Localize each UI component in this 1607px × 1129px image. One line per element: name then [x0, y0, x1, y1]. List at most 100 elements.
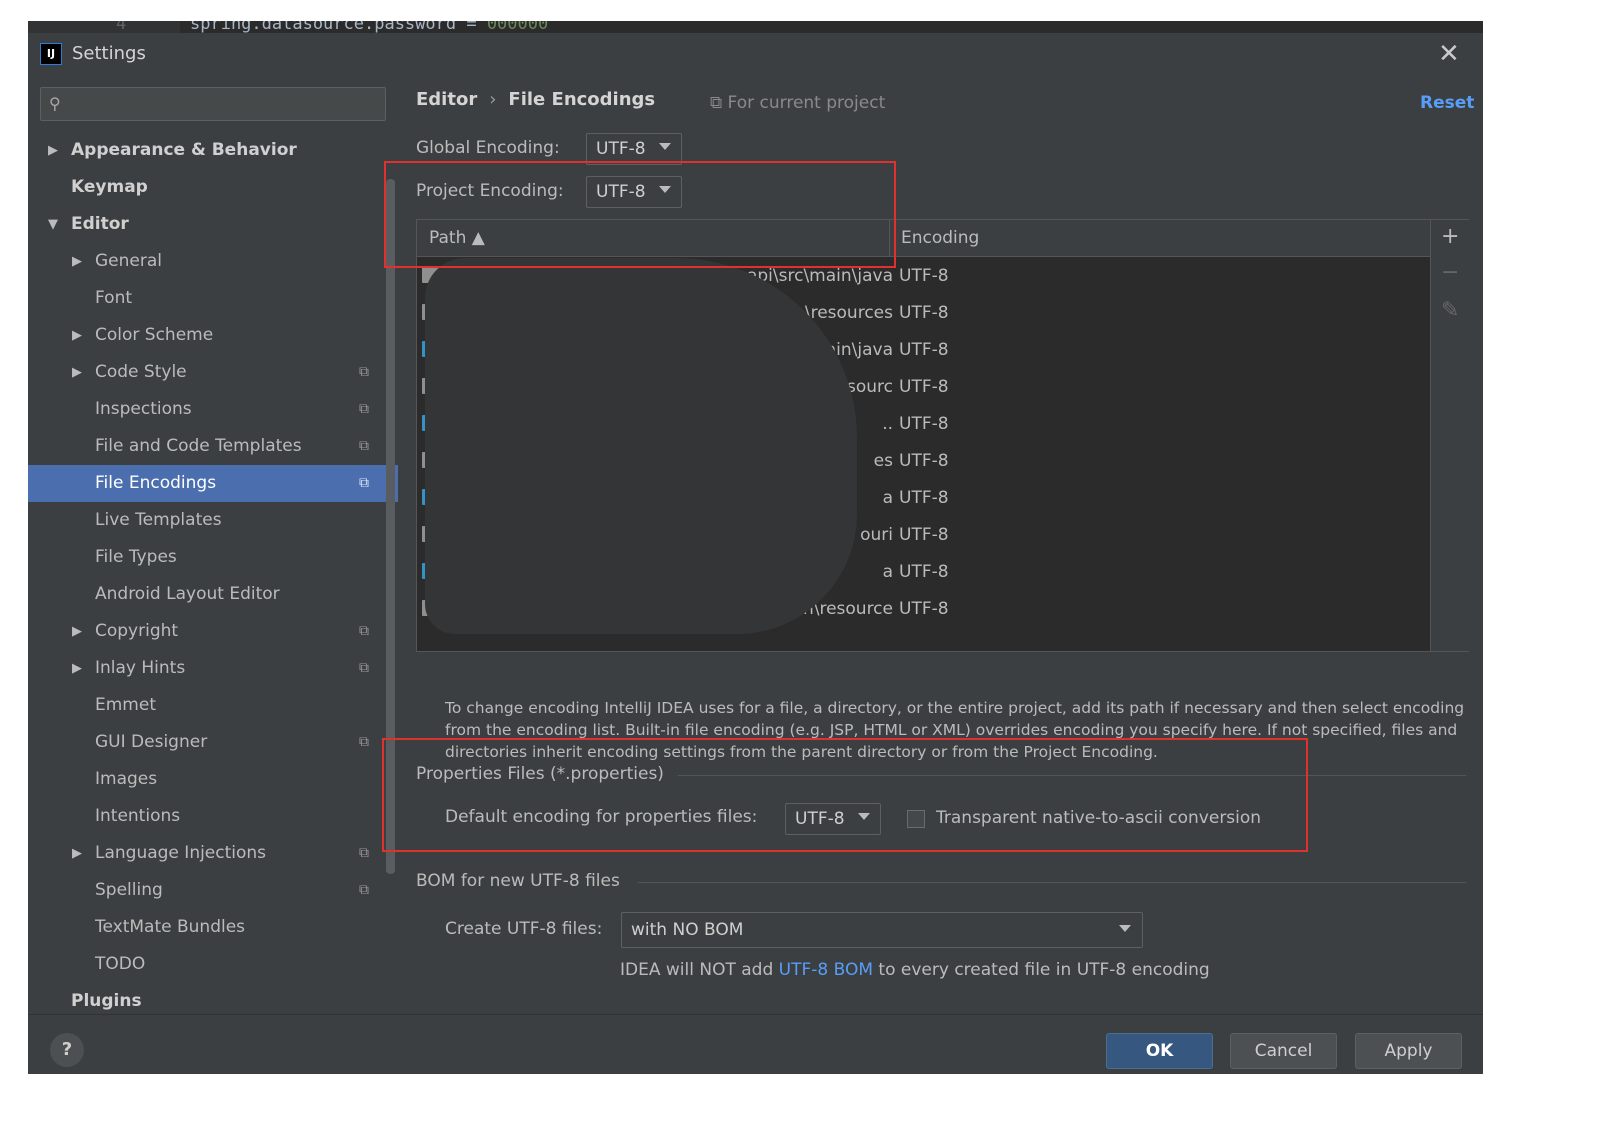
- sidebar-item-label: Editor: [71, 214, 129, 234]
- sidebar-item-label: TODO: [95, 954, 146, 974]
- project-scope-icon: ⧉: [359, 660, 369, 676]
- chevron-down-icon: [659, 143, 671, 150]
- project-scope-icon: ⧉: [359, 845, 369, 861]
- search-input[interactable]: ⚲: [40, 87, 386, 121]
- sidebar-item-label: Keymap: [71, 177, 148, 197]
- edit-icon[interactable]: ✎: [1441, 298, 1459, 323]
- sidebar-item-file-encodings[interactable]: File Encodings ⧉: [28, 465, 398, 502]
- sidebar-item-label: Live Templates: [95, 510, 222, 530]
- sidebar-item-keymap[interactable]: Keymap: [28, 169, 398, 206]
- sidebar-item-inlay-hints[interactable]: ▶ Inlay Hints ⧉: [28, 650, 398, 687]
- breadcrumb-separator: ›: [489, 89, 497, 110]
- search-icon: ⚲: [49, 94, 61, 113]
- sidebar-item-label: Color Scheme: [95, 325, 214, 345]
- encoding-cell[interactable]: UTF-8: [899, 414, 949, 434]
- sidebar-item-code-style[interactable]: ▶ Code Style ⧉: [28, 354, 398, 391]
- settings-sidebar: ⚲ ▶ Appearance & Behavior Keymap ▼ Editor ▶ Ge…: [28, 77, 398, 1014]
- sidebar-item-label: GUI Designer: [95, 732, 208, 752]
- column-encoding[interactable]: Encoding: [901, 228, 979, 248]
- sidebar-item-emmet[interactable]: Emmet: [28, 687, 398, 724]
- encoding-cell[interactable]: UTF-8: [899, 340, 949, 360]
- create-utf8-select[interactable]: with NO BOM: [621, 912, 1143, 948]
- sidebar-item-live-templates[interactable]: Live Templates: [28, 502, 398, 539]
- project-scope-icon: ⧉: [359, 364, 369, 380]
- properties-highlight-box: [382, 738, 1308, 852]
- project-scope-icon: ⧉: [359, 882, 369, 898]
- sidebar-item-label: File and Code Templates: [95, 436, 302, 456]
- breadcrumb: Editor › File Encodings: [416, 89, 655, 110]
- collapsed-arrow-icon[interactable]: ▶: [72, 317, 82, 354]
- collapsed-arrow-icon[interactable]: ▶: [72, 613, 82, 650]
- create-utf8-value: with NO BOM: [631, 920, 744, 940]
- encoding-cell[interactable]: UTF-8: [899, 525, 949, 545]
- encoding-cell[interactable]: UTF-8: [899, 599, 949, 619]
- remove-icon[interactable]: −: [1441, 260, 1459, 285]
- sidebar-item-spelling[interactable]: Spelling ⧉: [28, 872, 398, 909]
- collapsed-arrow-icon[interactable]: ▶: [72, 835, 82, 872]
- redacted-area: [425, 258, 857, 634]
- code-key: spring.datasource.password =: [190, 21, 487, 33]
- sidebar-item-images[interactable]: Images: [28, 761, 398, 798]
- sidebar-item-label: Inlay Hints: [95, 658, 186, 678]
- sidebar-item-editor[interactable]: ▼ Editor: [28, 206, 398, 243]
- background-editor: 4 spring.datasource.password = 000000: [28, 21, 1483, 33]
- project-scope-icon: ⧉: [359, 475, 369, 491]
- project-scope-icon: ⧉: [359, 734, 369, 750]
- expanded-arrow-icon[interactable]: ▼: [48, 206, 58, 243]
- settings-dialog: IJ Settings ✕ ⚲ ▶ Appearance & Behavior Ke…: [28, 33, 1483, 1074]
- collapsed-arrow-icon[interactable]: ▶: [72, 354, 82, 391]
- intellij-app-icon: IJ: [40, 43, 62, 65]
- collapsed-arrow-icon[interactable]: ▶: [48, 132, 58, 169]
- bom-note-prefix: IDEA will NOT add: [620, 960, 779, 980]
- sidebar-item-label: Font: [95, 288, 133, 308]
- ok-button[interactable]: OK: [1106, 1033, 1213, 1069]
- close-icon[interactable]: ✕: [1438, 39, 1460, 69]
- encoding-cell[interactable]: UTF-8: [899, 266, 949, 286]
- encoding-cell[interactable]: UTF-8: [899, 377, 949, 397]
- sidebar-item-language-injections[interactable]: ▶ Language Injections ⧉: [28, 835, 398, 872]
- collapsed-arrow-icon[interactable]: ▶: [72, 243, 82, 280]
- sidebar-item-label: File Types: [95, 547, 177, 567]
- sidebar-item-label: Emmet: [95, 695, 156, 715]
- sidebar-item-textmate-bundles[interactable]: TextMate Bundles: [28, 909, 398, 946]
- sidebar-item-appearance-behavior[interactable]: ▶ Appearance & Behavior: [28, 132, 398, 169]
- apply-button[interactable]: Apply: [1355, 1033, 1462, 1069]
- sidebar-item-color-scheme[interactable]: ▶ Color Scheme: [28, 317, 398, 354]
- sidebar-item-general[interactable]: ▶ General: [28, 243, 398, 280]
- collapsed-arrow-icon[interactable]: ▶: [72, 650, 82, 687]
- sidebar-item-label: File Encodings: [95, 473, 217, 493]
- sidebar-item-label: Spelling: [95, 880, 163, 900]
- bom-note-suffix: to every created file in UTF-8 encoding: [873, 960, 1210, 980]
- encoding-cell[interactable]: UTF-8: [899, 562, 949, 582]
- project-scope-icon: ⧉: [359, 438, 369, 454]
- sidebar-item-android-layout-editor[interactable]: Android Layout Editor: [28, 576, 398, 613]
- sidebar-item-todo[interactable]: TODO: [28, 946, 398, 983]
- sidebar-item-label: Appearance & Behavior: [71, 140, 297, 160]
- breadcrumb-file-encodings: File Encodings: [508, 89, 656, 110]
- add-icon[interactable]: +: [1441, 224, 1459, 249]
- sidebar-item-label: Copyright: [95, 621, 179, 641]
- sidebar-item-inspections[interactable]: Inspections ⧉: [28, 391, 398, 428]
- code-line: spring.datasource.password = 000000: [190, 21, 548, 33]
- cancel-button[interactable]: Cancel: [1230, 1033, 1337, 1069]
- sidebar-item-label: Inspections: [95, 399, 192, 419]
- sidebar-item-label: Intentions: [95, 806, 181, 826]
- breadcrumb-editor: Editor: [416, 89, 478, 110]
- sidebar-item-font[interactable]: Font: [28, 280, 398, 317]
- sidebar-item-intentions[interactable]: Intentions: [28, 798, 398, 835]
- project-encoding-highlight-box: [384, 161, 896, 268]
- encoding-cell[interactable]: UTF-8: [899, 488, 949, 508]
- sidebar-item-gui-designer[interactable]: GUI Designer ⧉: [28, 724, 398, 761]
- sidebar-item-label: Android Layout Editor: [95, 584, 280, 604]
- utf8-bom-link[interactable]: UTF-8 BOM: [779, 960, 873, 980]
- encoding-cell[interactable]: UTF-8: [899, 451, 949, 471]
- reset-link[interactable]: Reset: [1420, 93, 1474, 113]
- sidebar-item-copyright[interactable]: ▶ Copyright ⧉: [28, 613, 398, 650]
- global-encoding-value: UTF-8: [596, 139, 646, 159]
- sidebar-item-label: TextMate Bundles: [95, 917, 246, 937]
- encoding-cell[interactable]: UTF-8: [899, 303, 949, 323]
- sidebar-item-file-types[interactable]: File Types: [28, 539, 398, 576]
- project-scope-icon: ⧉: [359, 401, 369, 417]
- help-button[interactable]: ?: [50, 1033, 84, 1067]
- sidebar-item-file-and-code-templates[interactable]: File and Code Templates ⧉: [28, 428, 398, 465]
